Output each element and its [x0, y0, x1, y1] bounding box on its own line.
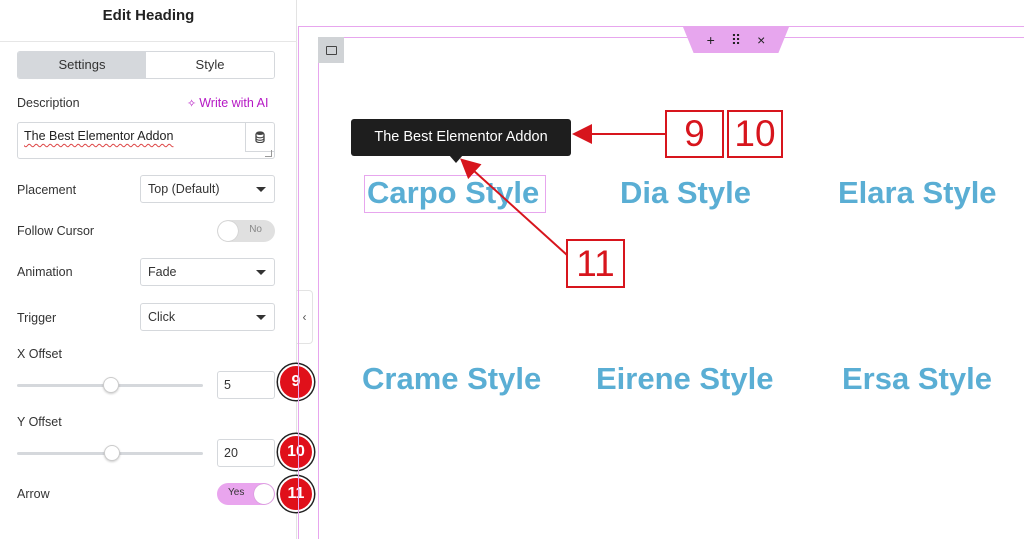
annotation-arrows	[460, 124, 665, 256]
arrow-to-tooltip-arrow	[460, 158, 568, 256]
